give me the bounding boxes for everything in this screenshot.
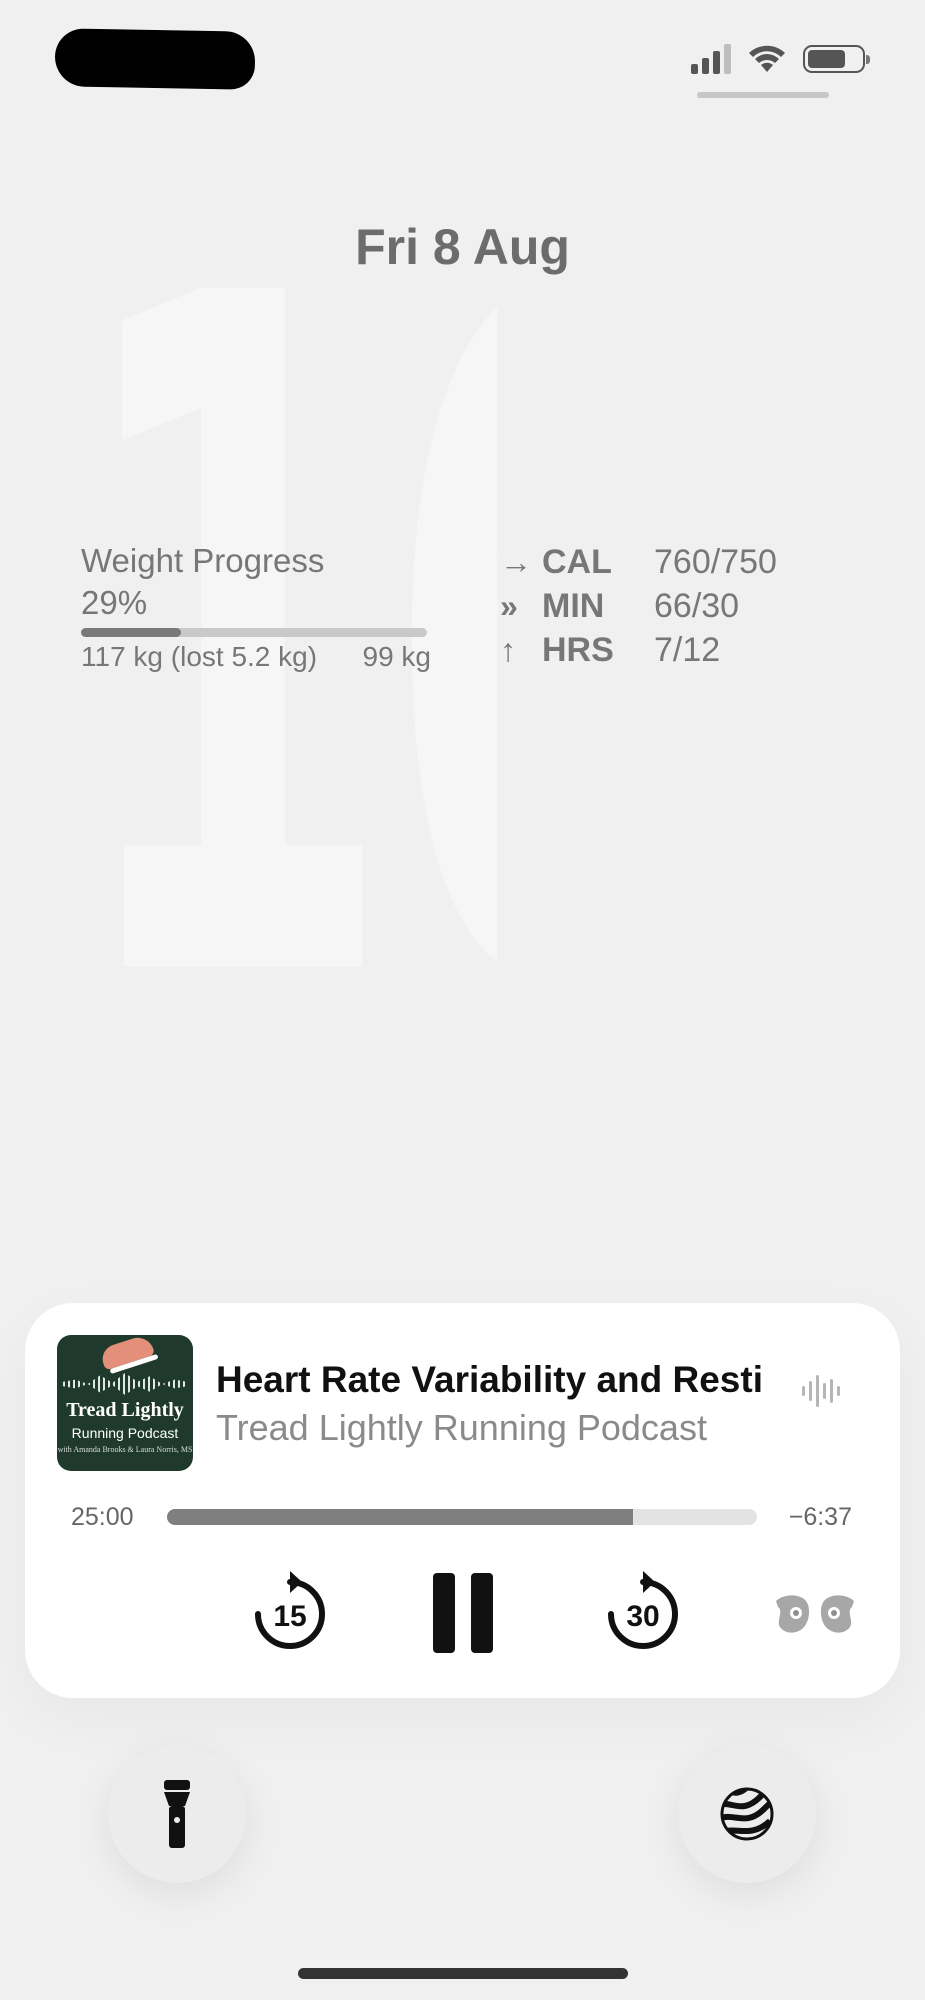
airplay-output-button[interactable] xyxy=(774,1593,856,1642)
status-icons xyxy=(691,44,870,74)
focus-icon xyxy=(720,1787,774,1841)
control-center-indicator[interactable] xyxy=(697,92,829,98)
double-arrow-right-icon: » xyxy=(500,587,518,624)
audio-waveform-icon xyxy=(802,1375,840,1407)
pause-button[interactable] xyxy=(433,1573,493,1653)
playback-scrubber[interactable] xyxy=(167,1509,757,1525)
now-playing-card[interactable]: Tread Lightly Running Podcast with Amand… xyxy=(25,1303,900,1698)
signal-icon xyxy=(691,44,731,74)
weight-progress-bar xyxy=(81,628,427,637)
current-weight-label: 117 kg (lost 5.2 kg) xyxy=(81,641,318,672)
widget-title: Weight Progress xyxy=(81,542,325,579)
podcast-artwork[interactable]: Tread Lightly Running Podcast with Amand… xyxy=(57,1335,193,1471)
pause-bar xyxy=(471,1573,493,1653)
running-shoe-icon xyxy=(98,1335,156,1371)
goal-weight-label: 99 kg xyxy=(362,641,432,672)
activity-row-hrs: ↑ HRS 7/12 xyxy=(500,628,777,672)
activity-row-min: » MIN 66/30 xyxy=(500,584,777,628)
wifi-icon xyxy=(749,45,785,72)
battery-icon xyxy=(803,45,870,73)
airpods-icon xyxy=(776,1595,854,1633)
activity-label: HRS xyxy=(542,630,614,669)
weight-percent: 29% xyxy=(81,584,148,621)
activity-value: 760/750 xyxy=(654,542,777,581)
flashlight-icon xyxy=(164,1780,190,1848)
pause-bar xyxy=(433,1573,455,1653)
activity-widget[interactable]: → CAL 760/750 » MIN 66/30 ↑ HRS 7/12 xyxy=(500,540,777,672)
playback-progress-fill xyxy=(167,1509,634,1525)
soundwave-graphic xyxy=(63,1373,187,1395)
activity-label: CAL xyxy=(542,542,612,581)
remaining-time: −6:37 xyxy=(788,1503,852,1531)
arrow-right-icon: → xyxy=(500,543,532,580)
lock-clock: 16:54 xyxy=(70,180,498,1180)
weight-progress-widget[interactable]: Weight Progress 29% 117 kg (lost 5.2 kg)… xyxy=(81,542,431,673)
skip-forward-30-icon: 30 xyxy=(608,1571,678,1649)
skip-forward-button[interactable]: 30 xyxy=(600,1568,686,1659)
skip-back-button[interactable]: 15 xyxy=(247,1568,333,1659)
focus-button[interactable] xyxy=(678,1745,816,1883)
arrow-up-icon: ↑ xyxy=(500,631,516,668)
episode-title: Heart Rate Variability and Resti xyxy=(216,1359,763,1400)
show-name: Tread Lightly Running Podcast xyxy=(216,1407,707,1448)
home-indicator[interactable] xyxy=(298,1968,628,1979)
artwork-title: Tread Lightly xyxy=(66,1399,184,1421)
skip-back-15-icon: 15 xyxy=(255,1571,325,1649)
elapsed-time: 25:00 xyxy=(71,1503,134,1531)
skip-forward-label: 30 xyxy=(626,1600,659,1633)
activity-value: 7/12 xyxy=(654,630,721,669)
redacted-carrier xyxy=(54,28,256,90)
weight-progress-fill xyxy=(81,628,182,637)
activity-label: MIN xyxy=(542,586,605,625)
flashlight-button[interactable] xyxy=(108,1745,246,1883)
artwork-hosts: with Amanda Brooks & Laura Norris, MS xyxy=(57,1445,193,1454)
activity-value: 66/30 xyxy=(654,586,740,625)
activity-row-cal: → CAL 760/750 xyxy=(500,540,777,584)
artwork-subtitle: Running Podcast xyxy=(71,1425,179,1441)
skip-back-label: 15 xyxy=(273,1600,306,1633)
